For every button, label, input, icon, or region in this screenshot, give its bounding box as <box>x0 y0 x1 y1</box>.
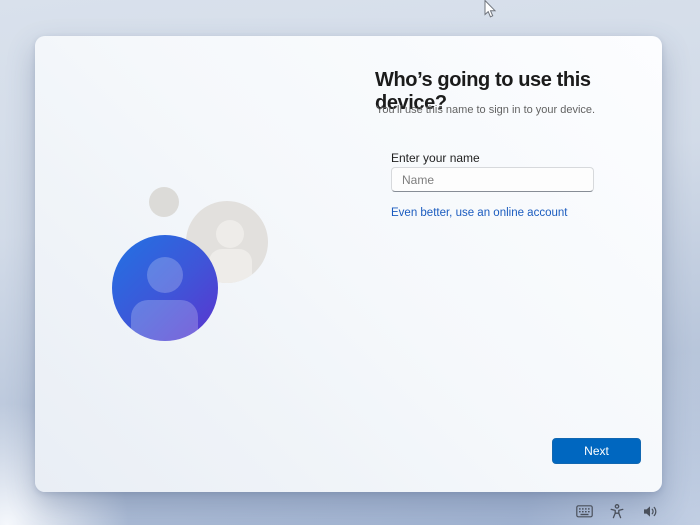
name-input[interactable] <box>391 167 594 192</box>
mouse-cursor <box>483 0 497 20</box>
blue-person-avatar-icon <box>112 235 218 352</box>
next-button[interactable]: Next <box>552 438 641 464</box>
page-subtitle: You’ll use this name to sign in to your … <box>376 104 656 116</box>
volume-icon[interactable] <box>641 502 659 520</box>
touch-keyboard-icon[interactable] <box>575 502 593 520</box>
name-label: Enter your name <box>391 151 480 165</box>
taskbar <box>575 502 659 520</box>
oobe-desktop: { "setup": { "title": "Who’s going to us… <box>0 0 700 525</box>
setup-card: Who’s going to use this device? You’ll u… <box>35 36 662 492</box>
accessibility-icon[interactable] <box>608 502 626 520</box>
small-avatar-dot <box>149 187 179 217</box>
online-account-link[interactable]: Even better, use an online account <box>391 207 567 219</box>
